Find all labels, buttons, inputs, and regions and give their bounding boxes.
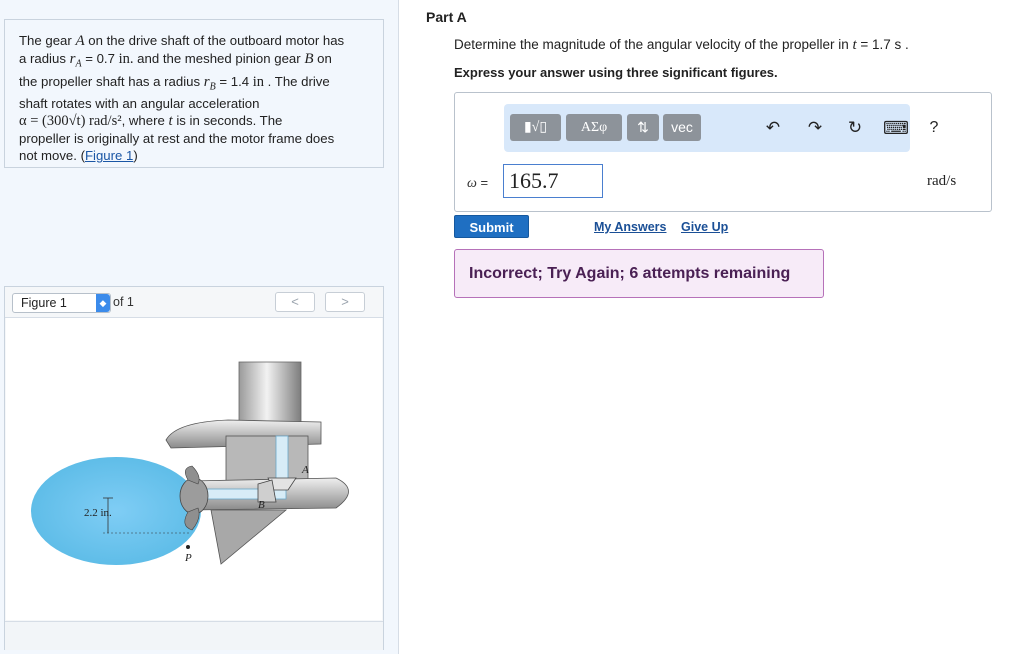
arrows-button[interactable]: ⇅	[627, 114, 659, 141]
math-toolbar: ▮√▯ ΑΣφ ⇅ vec ↶ ↷ ↻ ⌨ ?	[504, 104, 938, 152]
redo-icon: ↷	[807, 118, 823, 137]
reset-icon: ↻	[847, 118, 863, 137]
problem-text-segment: the propeller shaft has a radius	[19, 73, 204, 89]
answer-instruction: Express your answer using three signific…	[454, 65, 778, 80]
templates-icon: ▮√▯	[523, 120, 548, 135]
motor-column	[238, 361, 302, 431]
problem-text-segment: a radius	[19, 51, 70, 66]
problem-statement-box: The gear A on the drive shaft of the out…	[4, 19, 384, 168]
figure-footer	[5, 621, 383, 650]
figure-select[interactable]: Figure 1 ◆	[12, 293, 111, 313]
greek-icon: ΑΣφ	[580, 120, 608, 135]
figure-select-value: Figure 1	[21, 296, 67, 310]
next-figure-button[interactable]: >	[325, 292, 365, 312]
problem-text-segment: propeller is originally at rest and the …	[19, 131, 335, 147]
part-title: Part A	[426, 9, 467, 25]
dimension-label: 2.2 in.	[84, 507, 112, 519]
radius-b-unit: in	[252, 73, 265, 90]
problem-text-segment: shaft rotates with an angular accelerati…	[19, 96, 260, 112]
label-b: B	[258, 499, 265, 511]
answer-input[interactable]: 165.7	[503, 164, 603, 198]
my-answers-link[interactable]: My Answers	[594, 220, 666, 234]
previous-figure-button[interactable]: <	[275, 292, 315, 312]
water-spray	[31, 457, 201, 565]
problem-text-segment: is in seconds. The	[172, 113, 283, 129]
problem-text-segment: on the drive shaft of the outboard motor…	[84, 33, 345, 48]
omega-symbol: ω	[467, 176, 477, 191]
arrows-icon: ⇅	[637, 119, 649, 135]
problem-text-segment: on	[313, 51, 332, 66]
chevron-up-down-icon: ◆	[96, 294, 110, 312]
chevron-left-icon: <	[291, 294, 299, 309]
problem-text-segment: The gear	[19, 33, 76, 48]
problem-text-segment: )	[133, 148, 138, 164]
figure-link[interactable]: Figure 1	[85, 148, 133, 163]
angular-acceleration-expression: α = (300√t) rad/s²	[19, 113, 122, 130]
figure-count: of 1	[113, 295, 134, 309]
left-pane: The gear A on the drive shaft of the out…	[0, 0, 399, 654]
skeg	[210, 509, 288, 565]
vector-button[interactable]: vec	[663, 114, 701, 141]
question-text: Determine the magnitude of the angular v…	[454, 37, 909, 54]
outboard-motor-illustration: 2.2 in. A B P	[31, 361, 349, 565]
radius-b-value: = 1.4	[215, 73, 253, 89]
problem-text-segment: , where	[121, 113, 169, 129]
feedback-message: Incorrect; Try Again; 6 attempts remaini…	[454, 249, 824, 298]
feedback-text: Incorrect; Try Again; 6 attempts remaini…	[469, 265, 791, 282]
greek-symbols-button[interactable]: ΑΣφ	[566, 114, 622, 141]
radius-a-value: = 0.7	[81, 51, 119, 66]
drive-shaft	[275, 435, 289, 485]
propeller-hub	[179, 477, 209, 515]
answer-box: ▮√▯ ΑΣφ ⇅ vec ↶ ↷ ↻ ⌨ ? ω = 165.7 rad/s	[454, 92, 992, 212]
radius-a-unit: in.	[118, 51, 134, 67]
question-segment: = 1.7 s .	[856, 37, 909, 52]
vec-icon: vec	[671, 119, 693, 135]
label-p: P	[184, 552, 192, 564]
figure-image: 2.2 in. A B P	[6, 318, 382, 620]
question-segment: Determine the magnitude of the angular v…	[454, 37, 853, 52]
undo-button[interactable]: ↶	[762, 116, 784, 140]
gear-a-symbol: A	[75, 33, 85, 49]
point-p-marker	[186, 545, 190, 549]
submit-button[interactable]: Submit	[454, 215, 529, 238]
equals-sign: =	[476, 175, 489, 190]
help-button[interactable]: ?	[924, 116, 944, 140]
problem-text: The gear A on the drive shaft of the out…	[19, 32, 369, 164]
undo-icon: ↶	[765, 118, 781, 137]
answer-label: ω =	[467, 175, 488, 192]
chevron-right-icon: >	[341, 294, 349, 309]
answer-units: rad/s	[927, 173, 957, 189]
redo-button[interactable]: ↷	[804, 116, 826, 140]
reset-button[interactable]: ↻	[844, 116, 866, 140]
keyboard-icon: ⌨	[883, 118, 909, 138]
give-up-link[interactable]: Give Up	[681, 220, 728, 234]
problem-text-segment: . The drive	[264, 73, 330, 89]
help-icon: ?	[929, 119, 939, 136]
problem-text-segment: and the meshed pinion gear	[133, 51, 305, 66]
figure-header: Figure 1 ◆ of 1 < >	[5, 287, 383, 318]
templates-button[interactable]: ▮√▯	[510, 114, 561, 141]
problem-text-segment: not move. (	[19, 148, 85, 164]
figure-panel: Figure 1 ◆ of 1 < > 2.2 in. A B P	[4, 286, 384, 650]
label-a: A	[301, 464, 309, 476]
keyboard-button[interactable]: ⌨	[883, 116, 909, 140]
